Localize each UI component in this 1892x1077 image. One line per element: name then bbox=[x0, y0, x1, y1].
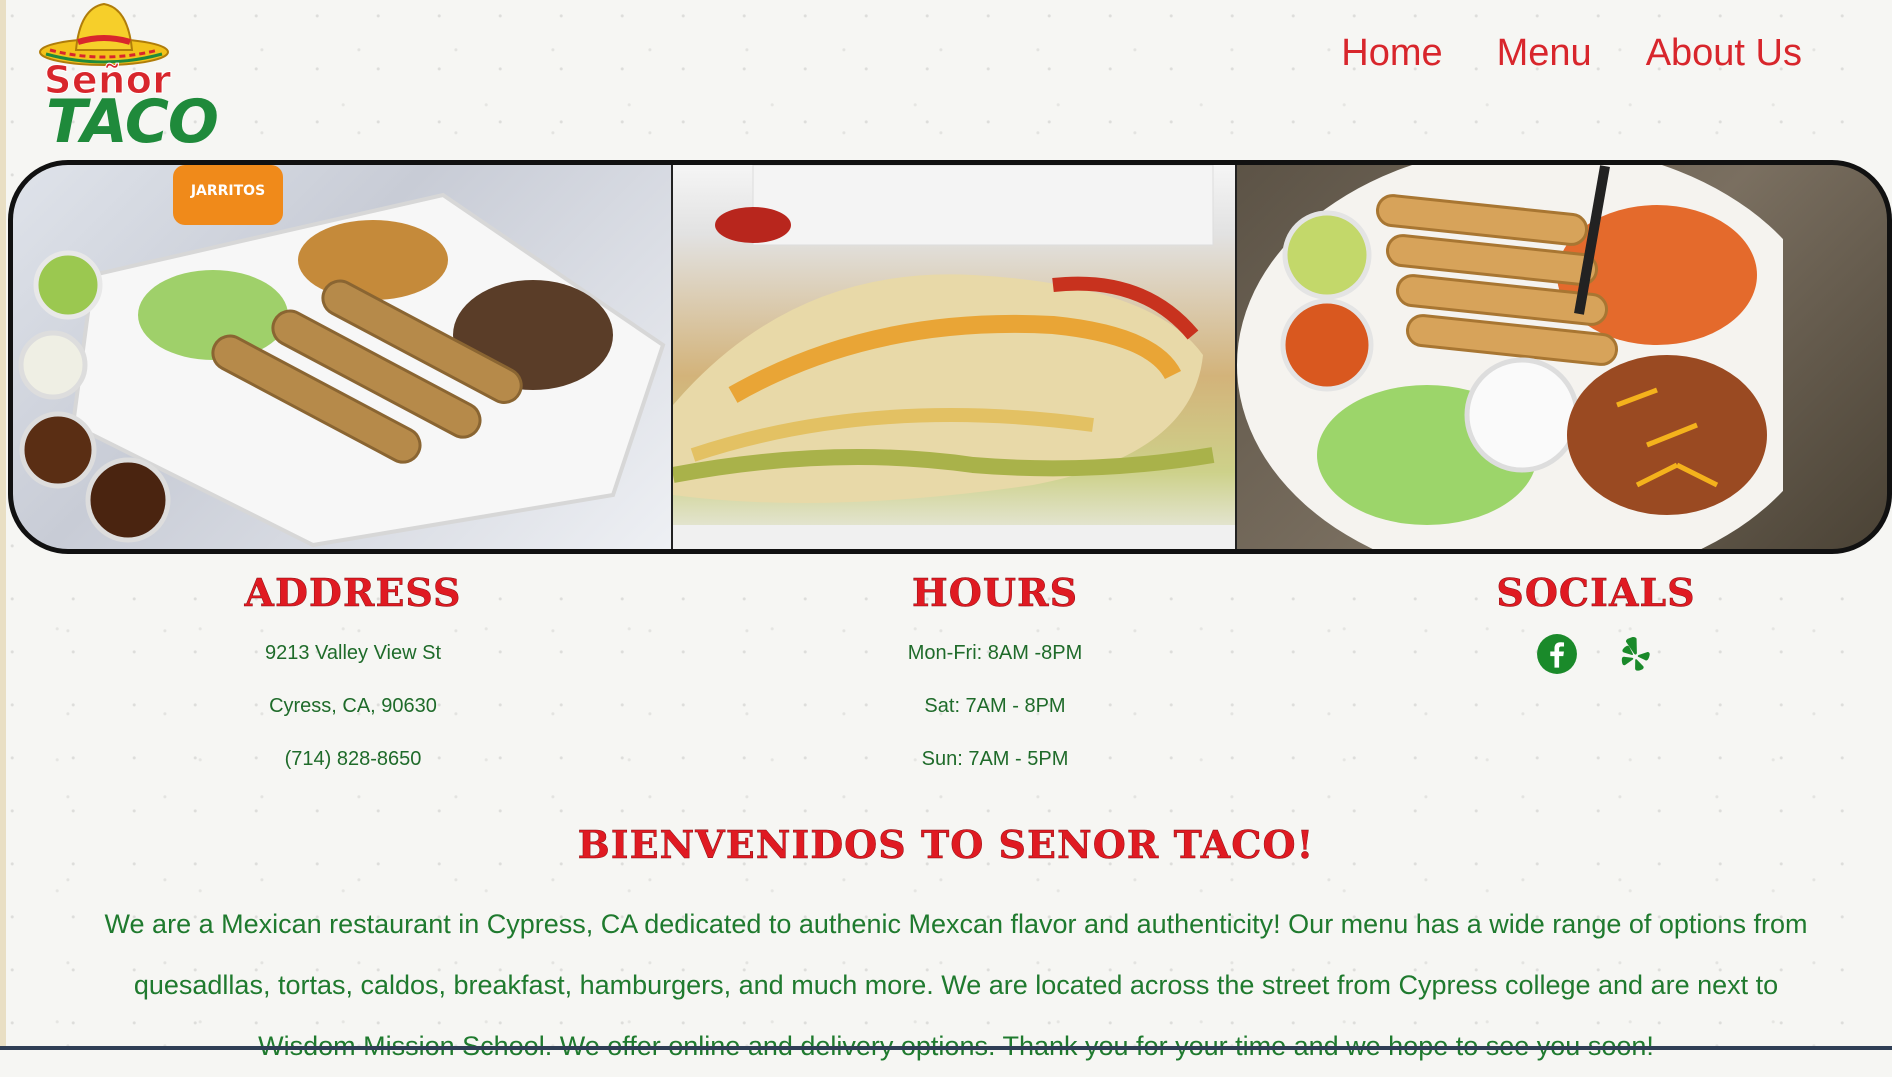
facebook-icon[interactable] bbox=[1536, 633, 1578, 675]
senor-taco-logo[interactable]: Señor TACO bbox=[36, 0, 219, 160]
logo-taco-text: TACO bbox=[46, 87, 219, 157]
yelp-icon[interactable] bbox=[1614, 633, 1656, 675]
nav-about-us[interactable]: About Us bbox=[1646, 32, 1802, 75]
hours-heading: HOURS bbox=[911, 570, 1079, 616]
address-heading: ADDRESS bbox=[244, 570, 462, 616]
main-nav: Home Menu About Us bbox=[1341, 32, 1802, 75]
social-links bbox=[1446, 633, 1746, 675]
flautas-plate-photo bbox=[1235, 165, 1887, 549]
address-street: 9213 Valley View St bbox=[264, 642, 442, 664]
hours-weekday: Mon-Fri: 8AM -8PM bbox=[907, 642, 1083, 664]
nav-home[interactable]: Home bbox=[1341, 32, 1442, 75]
page-edge bbox=[0, 0, 6, 1050]
address-phone[interactable]: (714) 828-8650 bbox=[203, 739, 503, 792]
address-section: ADDRESS 9213 Valley View St Cyress, CA, … bbox=[203, 570, 503, 792]
page-bottom-edge bbox=[0, 1046, 1892, 1050]
address-city: Cyress, CA, 90630 bbox=[269, 695, 437, 717]
svg-text:JARRITOS: JARRITOS bbox=[190, 183, 265, 199]
wet-burrito-photo bbox=[671, 165, 1235, 549]
hours-sunday: Sun: 7AM - 5PM bbox=[921, 748, 1069, 770]
socials-section: SOCIALS bbox=[1446, 570, 1746, 675]
welcome-title: BIENVENIDOS TO SENOR TACO! bbox=[577, 822, 1315, 868]
taquitos-platter-photo: JARRITOS bbox=[13, 165, 671, 549]
hours-section: HOURS Mon-Fri: 8AM -8PM Sat: 7AM - 8PM S… bbox=[845, 570, 1145, 792]
nav-menu[interactable]: Menu bbox=[1497, 32, 1592, 75]
hero-photo-strip: JARRITOS bbox=[8, 160, 1892, 554]
hours-saturday: Sat: 7AM - 8PM bbox=[924, 695, 1066, 717]
socials-heading: SOCIALS bbox=[1496, 570, 1696, 616]
